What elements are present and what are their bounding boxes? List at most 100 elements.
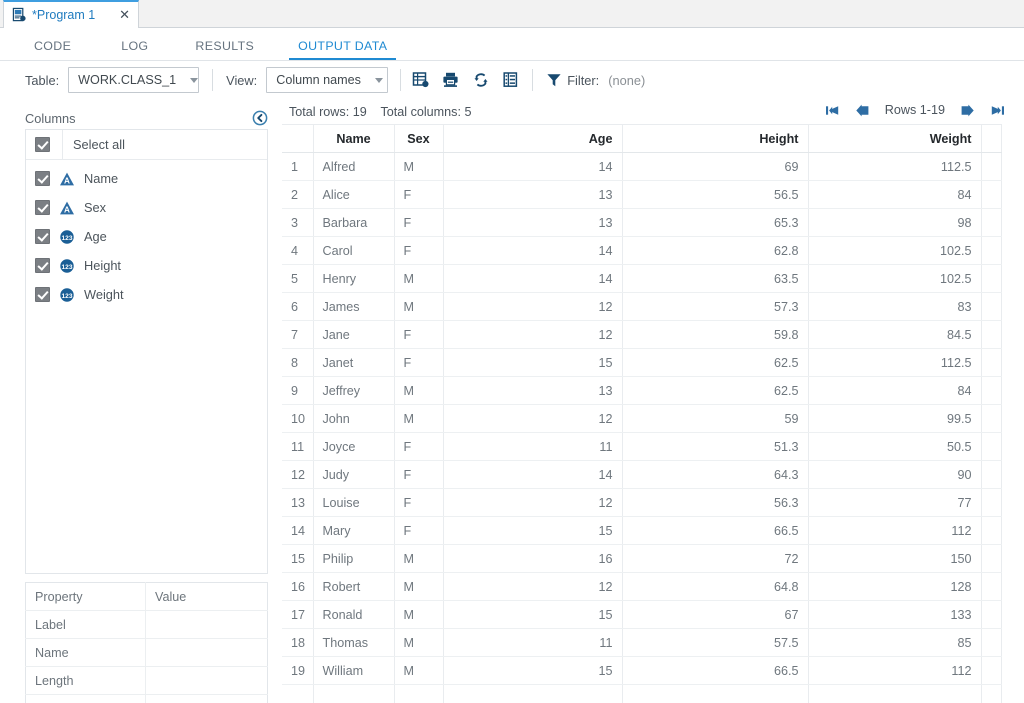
close-icon[interactable]: ✕ [117,9,132,22]
column-item-weight[interactable]: 123 Weight [26,280,267,309]
table-row[interactable]: 18 Thomas M 11 57.5 85 [282,628,1002,657]
cell-filler [981,684,1002,703]
table-row[interactable]: 17 Ronald M 15 67 133 [282,600,1002,629]
table-row[interactable]: Type [25,694,268,703]
cell-sex: F [394,460,444,489]
table-row[interactable]: Name [25,638,268,667]
cell-weight: 102.5 [808,264,982,293]
table-row[interactable]: Label [25,610,268,639]
row-number: 11 [282,432,314,461]
column-item-height[interactable]: 123 Height [26,251,267,280]
cell-sex: F [394,348,444,377]
cell-name: Janet [313,348,395,377]
column-checkbox[interactable] [35,200,50,215]
column-item-age[interactable]: 123 Age [26,222,267,251]
total-rows-label: Total rows: 19 [289,105,367,119]
property-value [145,610,268,639]
section-tabs: CODE LOG RESULTS OUTPUT DATA [0,28,1024,61]
cell-name: Jeffrey [313,376,395,405]
column-header-weight[interactable]: Weight [808,124,982,153]
first-page-icon[interactable] [825,104,840,117]
cell-age: 11 [443,432,623,461]
column-header-age[interactable]: Age [443,124,623,153]
table-row[interactable]: 9 Jeffrey M 13 62.5 84 [282,376,1002,405]
table-row[interactable]: 15 Philip M 16 72 150 [282,544,1002,573]
cell-sex: M [394,544,444,573]
tab-output-data[interactable]: OUTPUT DATA [289,39,397,60]
cell-height: 69 [622,152,809,181]
table-row[interactable]: 19 William M 15 66.5 112 [282,656,1002,685]
data-grid-wrapper[interactable]: Name Sex Age Height Weight 1 Alfred M 14 69 1… [282,124,1002,703]
table-row[interactable]: 4 Carol F 14 62.8 102.5 [282,236,1002,265]
table-row[interactable]: 16 Robert M 12 64.8 128 [282,572,1002,601]
select-all-checkbox[interactable] [35,137,50,152]
cell-age: 14 [443,460,623,489]
cell-weight: 83 [808,292,982,321]
column-checkbox[interactable] [35,258,50,273]
row-number: 10 [282,404,314,433]
cell-name: Mary [313,516,395,545]
table-row[interactable]: 2 Alice F 13 56.5 84 [282,180,1002,209]
table-row[interactable]: 13 Louise F 12 56.3 77 [282,488,1002,517]
filter-value: (none) [608,72,646,88]
select-all-label-wrap: Select all [62,129,125,160]
table-row[interactable]: 6 James M 12 57.3 83 [282,292,1002,321]
view-select[interactable]: Column names [266,67,389,93]
row-number-header [282,124,314,153]
cell-filler [981,656,1002,685]
table-row[interactable]: 14 Mary F 15 66.5 112 [282,516,1002,545]
tab-log[interactable]: LOG [121,39,148,60]
cell-age: 15 [443,516,623,545]
column-checkbox[interactable] [35,287,50,302]
column-header-height[interactable]: Height [622,124,809,153]
data-viewer: Total rows: 19 Total columns: 5 Rows 1-1… [281,99,1024,703]
program-tab[interactable]: *Program 1 ✕ [3,0,139,28]
table-row[interactable]: 11 Joyce F 11 51.3 50.5 [282,432,1002,461]
table-row[interactable]: 12 Judy F 14 64.3 90 [282,460,1002,489]
cell-filler [981,180,1002,209]
filter-icon[interactable] [546,72,562,88]
column-header-name[interactable]: Name [313,124,395,153]
sas-studio-window: *Program 1 ✕ CODE LOG RESULTS OUTPUT DAT… [0,0,1024,703]
cell-height: 67 [622,600,809,629]
collapse-left-icon[interactable] [252,110,268,126]
column-checkbox[interactable] [35,171,50,186]
print-icon[interactable] [442,71,460,89]
column-item-sex[interactable]: A Sex [26,193,267,222]
property-name: Name [25,638,146,667]
refresh-icon[interactable] [472,71,490,89]
cell-age: 14 [443,264,623,293]
cell-height: 65.3 [622,208,809,237]
select-all-row[interactable]: Select all [26,129,267,160]
filter-label: Filter: [567,72,600,88]
tab-code[interactable]: CODE [34,39,71,60]
table-row[interactable]: 1 Alfred M 14 69 112.5 [282,152,1002,181]
property-name: Type [25,694,146,703]
char-type-icon: A [60,201,74,214]
table-row[interactable]: 8 Janet F 15 62.5 112.5 [282,348,1002,377]
tab-results[interactable]: RESULTS [195,39,254,60]
column-checkbox[interactable] [35,229,50,244]
previous-page-icon[interactable] [855,104,870,117]
table-row[interactable]: 5 Henry M 14 63.5 102.5 [282,264,1002,293]
table-row[interactable]: 10 John M 12 59 99.5 [282,404,1002,433]
grid-header-row: Name Sex Age Height Weight [282,124,1002,153]
cell-filler [981,404,1002,433]
cell-height: 72 [622,544,809,573]
table-properties-icon[interactable] [412,71,430,89]
column-header-sex[interactable]: Sex [394,124,444,153]
table-row[interactable]: 7 Jane F 12 59.8 84.5 [282,320,1002,349]
table-row[interactable]: 3 Barbara F 13 65.3 98 [282,208,1002,237]
next-page-icon[interactable] [960,104,975,117]
property-name: Length [25,666,146,695]
table-row[interactable]: Length [25,666,268,695]
cell-filler [981,208,1002,237]
column-item-name[interactable]: A Name [26,164,267,193]
table-select[interactable]: WORK.CLASS_1 [68,67,200,93]
cell-weight: 84 [808,180,982,209]
row-number: 3 [282,208,314,237]
last-page-icon[interactable] [990,104,1005,117]
column-list-icon[interactable] [502,71,520,89]
cell-height: 56.5 [622,180,809,209]
cell-name: Philip [313,544,395,573]
